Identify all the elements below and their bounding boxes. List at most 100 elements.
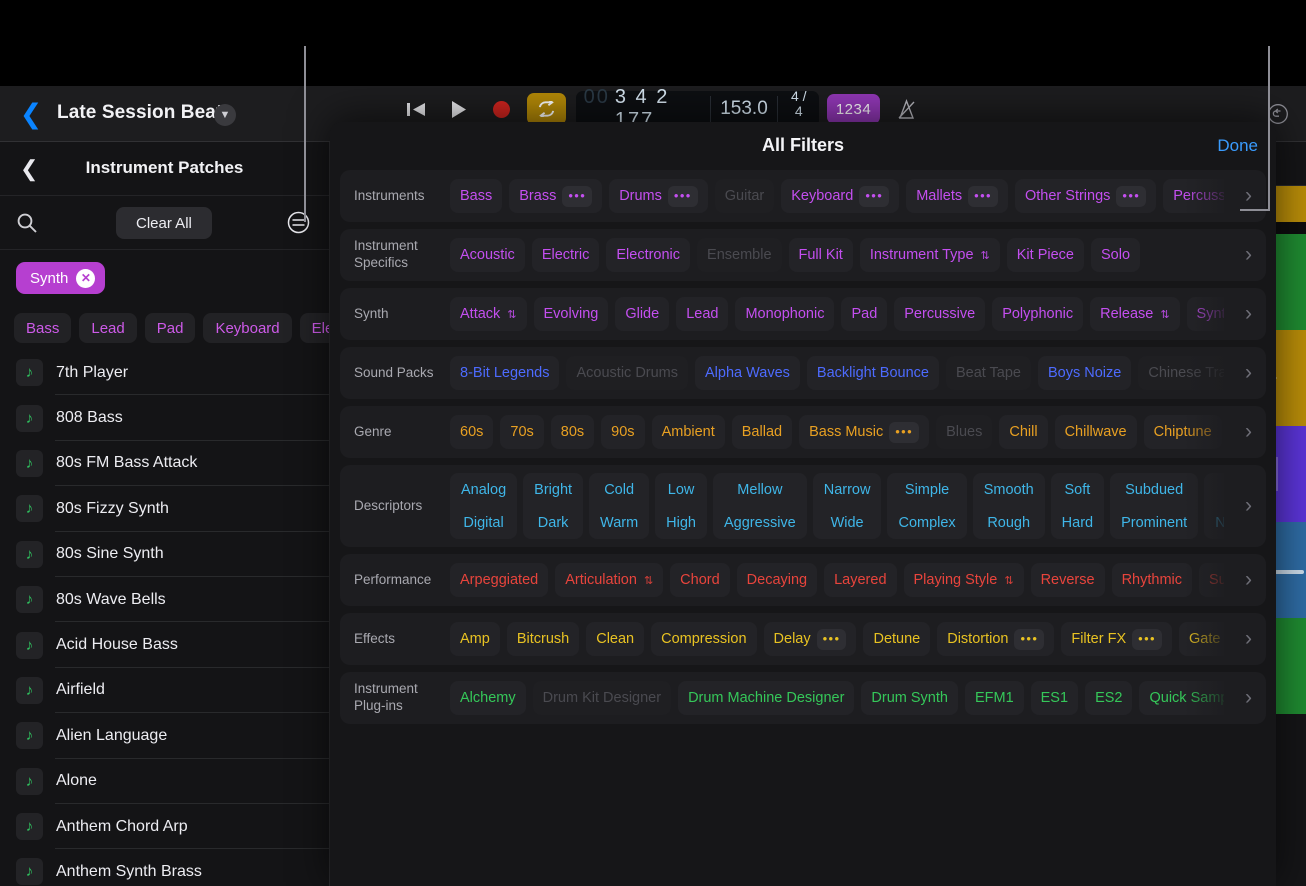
list-item[interactable]: ♪ 7th Player <box>0 350 329 396</box>
filter-pill[interactable]: Synthesis Type <box>1186 297 1224 331</box>
filter-pill[interactable]: Kit Piece <box>1006 238 1084 272</box>
filter-pill[interactable]: Percussive <box>894 297 986 331</box>
filter-pill[interactable]: Brass ••• <box>509 179 603 213</box>
filter-pill[interactable]: Other Strings ••• <box>1014 179 1157 213</box>
filter-pill[interactable]: Ballad <box>731 415 793 449</box>
filter-pill[interactable]: Polyphonic <box>992 297 1084 331</box>
filter-pill[interactable]: Arpeggiated <box>450 563 549 597</box>
filter-pill[interactable]: Electronic <box>606 238 691 272</box>
chevron-right-icon[interactable]: › <box>1245 568 1252 592</box>
filter-pill[interactable]: Warm <box>589 506 649 539</box>
selected-tag-synth[interactable]: Synth ✕ <box>16 262 106 294</box>
filter-pill[interactable]: Subdued <box>1110 473 1198 506</box>
filter-pill[interactable]: Chiptune <box>1143 415 1222 449</box>
ellipsis-icon[interactable]: ••• <box>859 185 890 207</box>
filter-pill[interactable]: Detune <box>863 622 931 656</box>
list-item[interactable]: ♪ Airfield <box>0 668 329 714</box>
tag-chip[interactable]: Lead <box>79 313 137 343</box>
filter-pill[interactable]: Release ⇅ <box>1090 297 1180 331</box>
filter-pill[interactable]: Monophonic <box>735 297 835 331</box>
filter-pill[interactable]: Percussion••• <box>1163 179 1224 213</box>
filter-pill[interactable]: Reverse <box>1030 563 1105 597</box>
rewind-to-start-icon[interactable] <box>395 92 438 126</box>
filter-sliders-icon[interactable] <box>286 210 311 235</box>
filter-pill[interactable]: Mellow <box>713 473 807 506</box>
search-icon[interactable] <box>16 212 38 234</box>
up-down-stepper-icon[interactable]: ⇅ <box>644 574 653 587</box>
list-item[interactable]: ♪ Acid House Bass <box>0 622 329 669</box>
ellipsis-icon[interactable]: ••• <box>1116 185 1147 207</box>
chevron-right-icon[interactable]: › <box>1245 361 1252 385</box>
count-in-button[interactable]: 1234 <box>826 94 881 124</box>
tag-chip[interactable]: Bass <box>14 313 72 343</box>
chevron-right-icon[interactable]: › <box>1245 686 1252 710</box>
filter-pill[interactable]: Cold <box>589 473 649 506</box>
tag-chip[interactable]: Pad <box>144 313 196 343</box>
up-down-stepper-icon[interactable]: ⇅ <box>1160 308 1169 321</box>
filter-pill[interactable]: Sustaining <box>1199 563 1224 597</box>
filter-pill[interactable]: Dark <box>523 506 583 539</box>
filter-pill[interactable]: ES1 <box>1030 681 1079 715</box>
filter-pill[interactable]: Chinese Traditional <box>1138 356 1224 390</box>
filter-pill[interactable]: Boys Noize <box>1038 356 1132 390</box>
filter-pill[interactable]: Gate FX <box>1178 622 1224 656</box>
filter-pill[interactable]: Complex <box>887 506 966 539</box>
filter-pill[interactable]: Quick Sampler <box>1139 681 1224 715</box>
filter-pill-list[interactable]: Acoustic Electric Electronic Ensemble Full K… <box>450 238 1224 272</box>
filter-pill[interactable]: Simple <box>887 473 966 506</box>
tag-suggestion-row[interactable]: Bass Lead Pad Keyboard Electronic P <box>0 306 329 350</box>
filter-pill[interactable]: 80s <box>550 415 595 449</box>
chevron-right-icon[interactable]: › <box>1245 302 1252 326</box>
filter-pill[interactable]: Filter FX ••• <box>1061 622 1172 656</box>
filter-pill-list[interactable]: Analog Digital Bright Dark Cold Warm Low High Me… <box>450 473 1224 539</box>
filter-pill-list[interactable]: Amp Bitcrush Clean Compression Delay ••• Detun… <box>450 622 1224 656</box>
filter-pill[interactable]: Keyboard ••• <box>781 179 900 213</box>
chevron-right-icon[interactable]: › <box>1245 494 1252 518</box>
filter-pill[interactable]: Drum Machine Designer <box>678 681 855 715</box>
filter-pill[interactable]: Solo <box>1091 238 1141 272</box>
close-circle-icon[interactable]: ✕ <box>76 268 96 288</box>
metronome-off-icon[interactable] <box>892 94 920 124</box>
filter-pill[interactable]: Ensemble <box>697 238 782 272</box>
list-item[interactable]: ♪ 80s FM Bass Attack <box>0 441 329 487</box>
list-item[interactable]: ♪ 80s Wave Bells <box>0 577 329 623</box>
chevron-right-icon[interactable]: › <box>1245 420 1252 444</box>
chevron-down-icon[interactable]: ▼ <box>214 104 236 126</box>
filter-pill[interactable]: Alpha Waves <box>695 356 800 390</box>
ellipsis-icon[interactable]: ••• <box>816 628 847 650</box>
filter-pill[interactable]: Full Kit <box>788 238 853 272</box>
tag-chip[interactable]: Electronic <box>299 313 329 343</box>
filter-pill[interactable]: High <box>655 506 707 539</box>
filter-pill[interactable]: 60s <box>450 415 494 449</box>
filter-pill[interactable]: Chillwave <box>1054 415 1137 449</box>
tag-chip[interactable]: Keyboard <box>203 313 292 343</box>
filter-pill[interactable]: Drum Kit Designer <box>532 681 672 715</box>
list-item[interactable]: ♪ 808 Bass <box>0 395 329 442</box>
filter-pill[interactable]: Electric <box>531 238 600 272</box>
filter-pill[interactable]: EFM1 <box>964 681 1024 715</box>
filter-pill[interactable]: Narrow <box>813 473 882 506</box>
filter-pill[interactable]: Chill <box>999 415 1048 449</box>
filter-pill-list[interactable]: 60s 70s 80s 90s Ambient Ballad Bass Music ••• Bl… <box>450 415 1224 449</box>
cycle-loop-icon[interactable] <box>526 93 566 125</box>
play-icon[interactable] <box>438 92 481 126</box>
filter-pill[interactable]: Delay ••• <box>763 622 857 656</box>
project-back-icon[interactable]: ❮ <box>18 100 44 128</box>
filter-pill[interactable]: Compression <box>651 622 757 656</box>
filter-pill[interactable]: Pad <box>841 297 888 331</box>
filter-pill[interactable]: Bass <box>450 179 503 213</box>
filter-pill[interactable]: Backlight Bounce <box>806 356 939 390</box>
filter-pill[interactable]: Digital <box>450 506 517 539</box>
up-down-stepper-icon[interactable]: ⇅ <box>981 249 990 262</box>
filter-pill[interactable]: Amp <box>450 622 500 656</box>
filter-pill[interactable]: Bitcrush <box>506 622 580 656</box>
filter-pill[interactable]: Instrument Type ⇅ <box>859 238 1000 272</box>
filter-pill[interactable]: Bass Music ••• <box>799 415 930 449</box>
filter-pill-list[interactable]: Bass Brass ••• Drums ••• Guitar Keyboard ••• Mal… <box>450 179 1224 213</box>
filter-pill[interactable]: Low <box>655 473 707 506</box>
filter-pill[interactable]: Distortion ••• <box>937 622 1055 656</box>
chevron-right-icon[interactable]: › <box>1245 627 1252 651</box>
record-icon[interactable] <box>480 92 523 126</box>
filter-pill[interactable]: Analog <box>450 473 517 506</box>
filter-pill[interactable]: Beat Tape <box>945 356 1031 390</box>
